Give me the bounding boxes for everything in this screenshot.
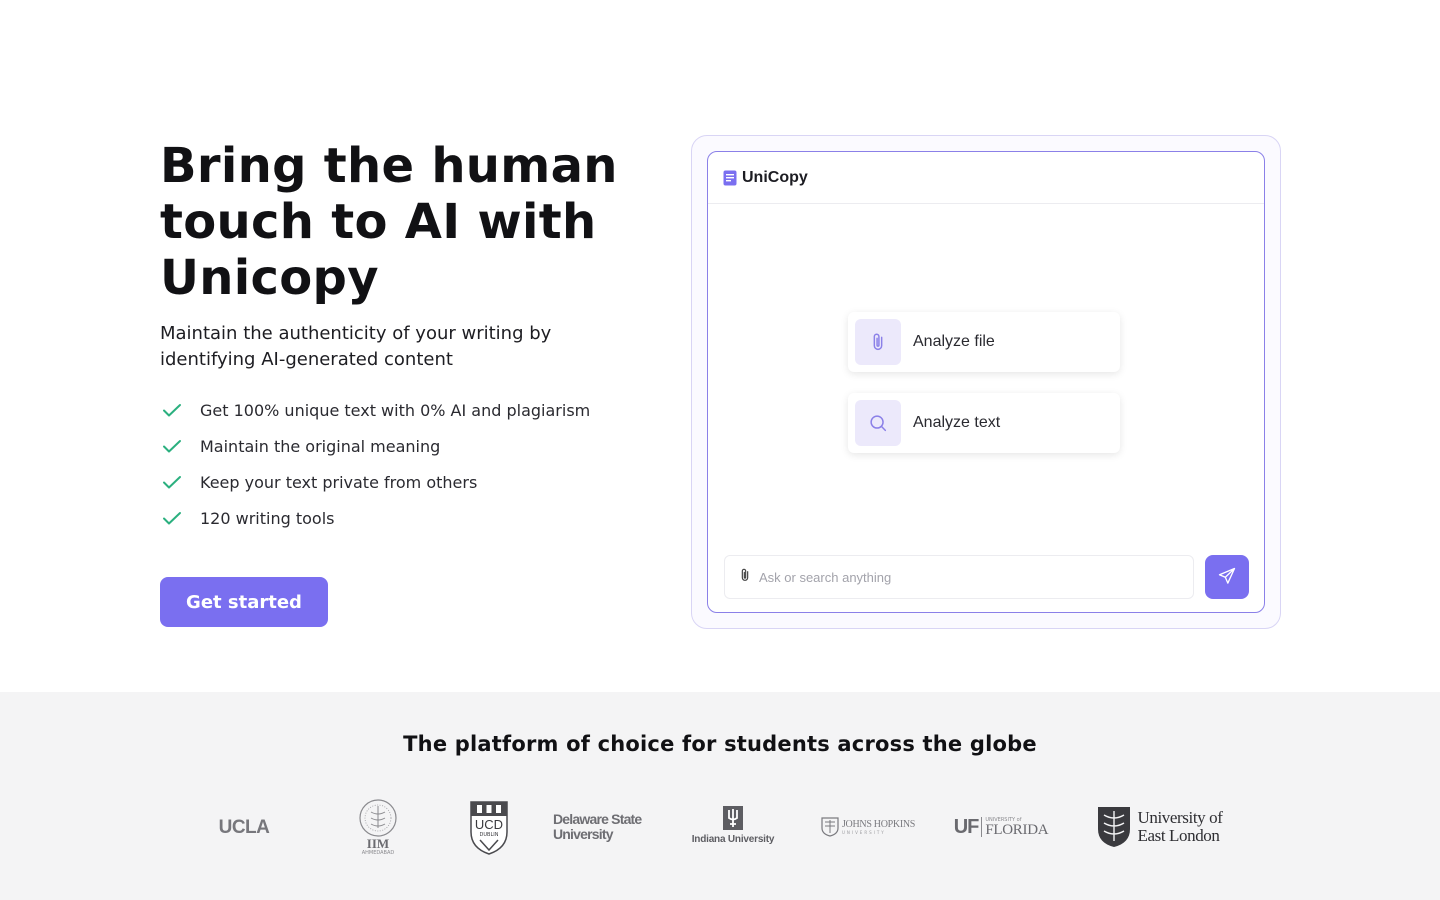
logo-subtext: East London	[1137, 826, 1220, 845]
mockup-header: UniCopy	[708, 152, 1264, 204]
uel-crest-icon	[1097, 807, 1130, 847]
trust-title: The platform of choice for students acro…	[403, 732, 1037, 756]
logo-subtext: DUBLIN	[479, 832, 499, 838]
send-button[interactable]	[1205, 555, 1249, 599]
mockup-brand-name: UniCopy	[742, 168, 808, 186]
check-icon	[160, 398, 184, 422]
check-icon	[160, 434, 184, 458]
option-label: Analyze file	[913, 333, 995, 350]
iim-emblem-icon	[359, 799, 397, 837]
feature-text: Maintain the original meaning	[200, 436, 441, 456]
ask-search-input[interactable]	[759, 569, 1179, 585]
ask-input-box	[724, 555, 1194, 599]
iu-trident-icon	[723, 805, 743, 830]
paperclip-icon	[855, 319, 901, 365]
analyze-text-option[interactable]: Analyze text	[848, 393, 1120, 453]
trusted-by-section	[0, 692, 1440, 900]
logo-text: UCD	[474, 817, 504, 832]
app-mockup-window: UniCopy Analyze file Analyze text	[707, 151, 1265, 613]
logo-subtext: UNIVERSITY	[841, 829, 886, 835]
logo-text: IIM	[366, 836, 390, 851]
paperclip-icon[interactable]	[737, 567, 753, 587]
logo-text: University of	[1137, 808, 1223, 827]
hero-headline: Bring the human touch to AI with Unicopy	[160, 138, 618, 306]
send-icon	[1217, 566, 1237, 589]
feature-text: Keep your text private from others	[200, 472, 478, 492]
logo-subtext: FLORIDA	[985, 821, 1049, 838]
logo-text: Delaware State	[553, 811, 642, 827]
check-icon	[160, 506, 184, 530]
logo-florida: UF UNIVERSITY of FLORIDA	[951, 812, 1051, 842]
analyze-file-option[interactable]: Analyze file	[848, 312, 1120, 372]
logo-indiana: Indiana University	[686, 804, 780, 846]
logo-text: UCLA	[218, 817, 270, 838]
feature-item: Maintain the original meaning	[160, 428, 590, 464]
logo-east-london: University of East London	[1088, 805, 1230, 849]
get-started-button[interactable]: Get started	[160, 577, 328, 627]
feature-list: Get 100% unique text with 0% AI and plag…	[160, 392, 590, 536]
logo-subtext: University	[553, 826, 613, 842]
document-icon	[723, 170, 737, 186]
jhu-shield-icon	[821, 817, 839, 837]
logo-delaware-state: Delaware State University	[553, 810, 649, 844]
search-icon	[855, 400, 901, 446]
logo-johns-hopkins: JOHNS HOPKINS UNIVERSITY	[818, 814, 918, 840]
hero-subheading: Maintain the authenticity of your writin…	[160, 323, 552, 370]
logo-iim: IIM AHMEDABAD	[350, 798, 406, 856]
logo-text: UF	[953, 815, 980, 838]
logo-text: Indiana University	[691, 833, 775, 845]
logo-text: JOHNS HOPKINS	[841, 818, 916, 830]
logo-subtext: AHMEDABAD	[361, 850, 395, 856]
feature-item: 120 writing tools	[160, 500, 590, 536]
logo-ucla: UCLA	[214, 810, 274, 846]
logo-divider	[981, 817, 983, 837]
feature-text: 120 writing tools	[200, 508, 335, 528]
feature-item: Get 100% unique text with 0% AI and plag…	[160, 392, 590, 428]
check-icon	[160, 470, 184, 494]
feature-item: Keep your text private from others	[160, 464, 590, 500]
feature-text: Get 100% unique text with 0% AI and plag…	[200, 400, 591, 420]
logo-ucd: UCD DUBLIN	[468, 798, 510, 856]
option-label: Analyze text	[913, 414, 1001, 431]
